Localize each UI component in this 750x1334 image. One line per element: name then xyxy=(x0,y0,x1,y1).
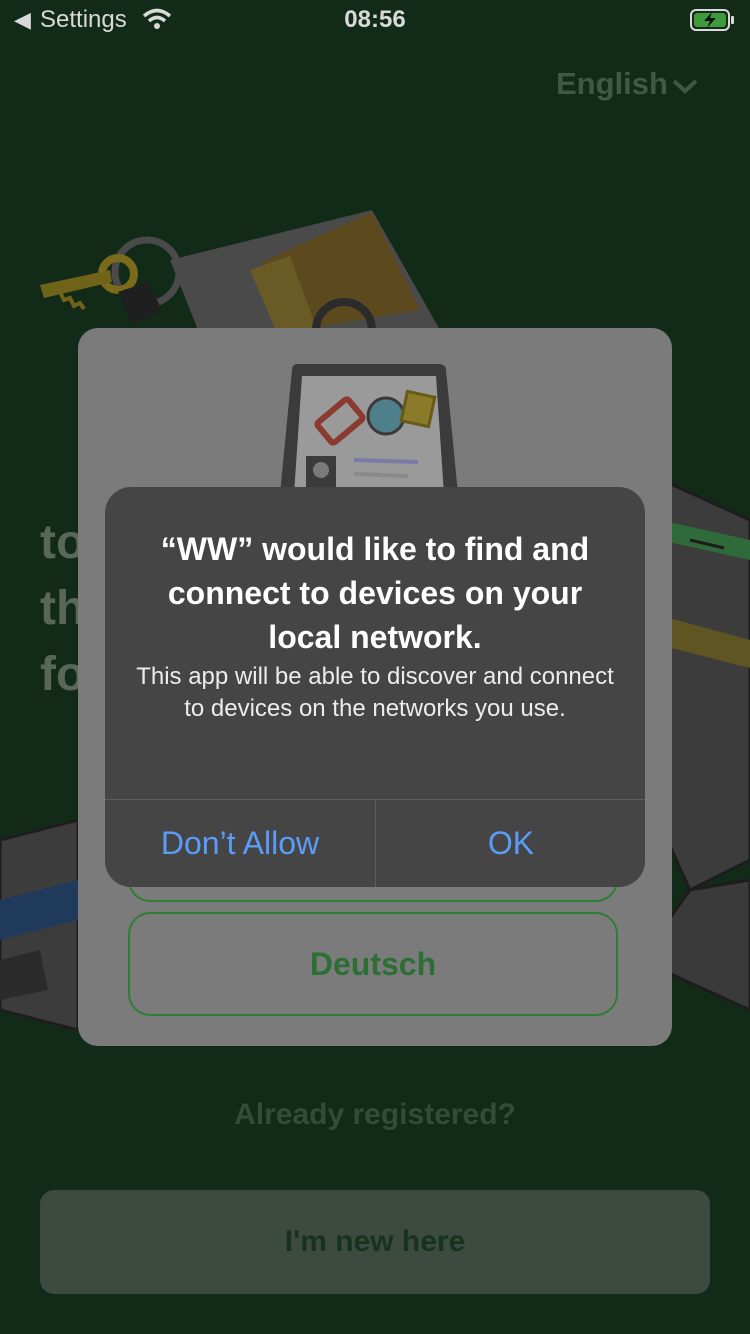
language-option-deutsch[interactable]: Deutsch xyxy=(128,912,618,1016)
dont-allow-button[interactable]: Don’t Allow xyxy=(105,800,375,887)
chevron-down-icon[interactable] xyxy=(670,74,700,98)
clock-time: 08:56 xyxy=(344,6,406,33)
status-bar: ◀ Settings 08:56 xyxy=(0,0,750,40)
alert-title: “WW” would like to find and connect to d… xyxy=(160,531,590,655)
key-icon xyxy=(40,236,183,324)
laptop-illustration xyxy=(280,364,458,494)
local-network-permission-alert: “WW” would like to find and connect to d… xyxy=(105,487,645,887)
alert-message: This app will be able to discover and co… xyxy=(136,663,614,722)
language-selector[interactable]: English xyxy=(556,66,668,102)
already-registered-link[interactable]: Already registered? xyxy=(0,1098,750,1132)
battery-charging-icon xyxy=(690,9,734,31)
ok-button[interactable]: OK xyxy=(376,800,645,887)
new-here-button[interactable]: I'm new here xyxy=(40,1190,710,1294)
